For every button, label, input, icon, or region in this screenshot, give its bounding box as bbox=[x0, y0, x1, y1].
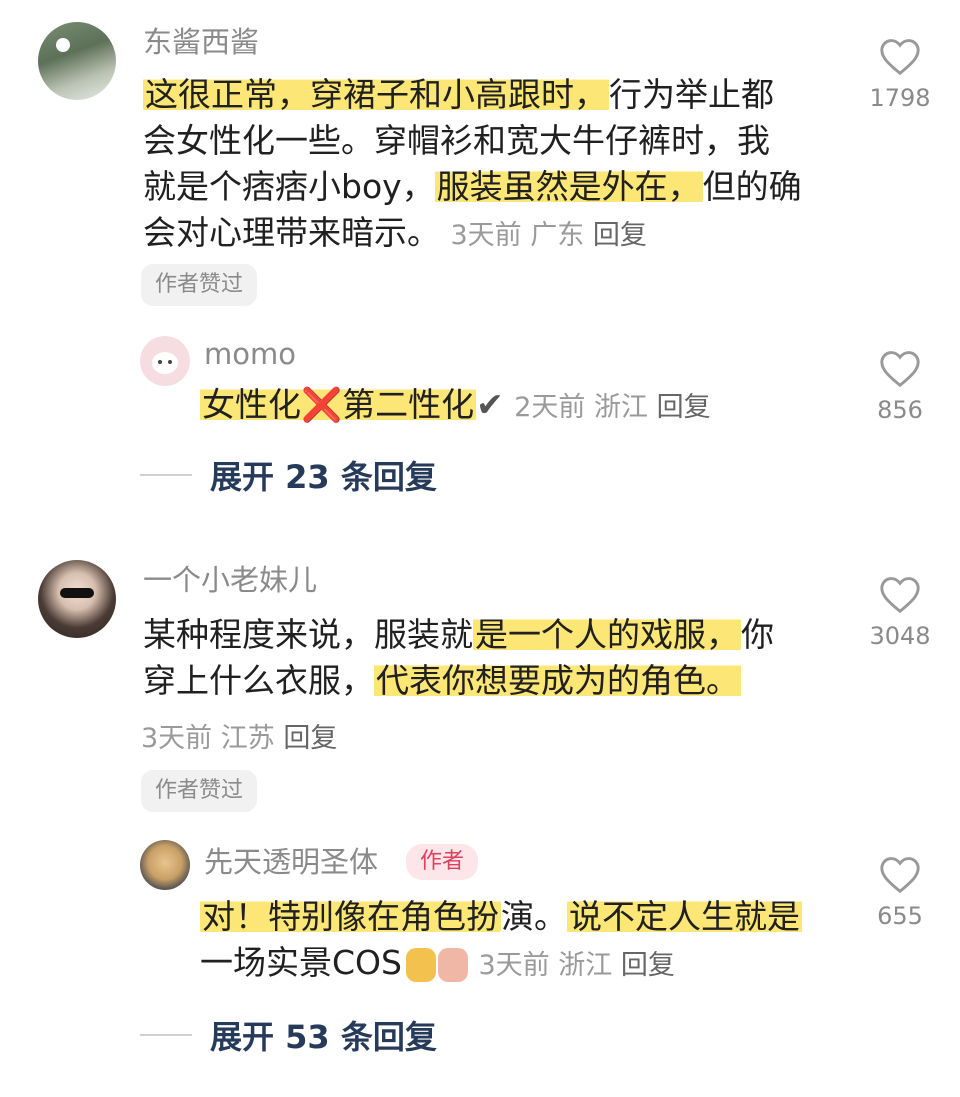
comment-text: 是一个人的戏服， bbox=[473, 615, 741, 654]
reply-text: 对！特别像在角色扮 bbox=[200, 897, 501, 936]
like-button[interactable]: 655 bbox=[860, 854, 940, 930]
comment-username[interactable]: 东酱西酱 bbox=[143, 24, 259, 60]
comment-text: 行为举止都 bbox=[609, 75, 774, 114]
reply-button[interactable]: 回复 bbox=[657, 392, 711, 423]
reply-text: 一场实景COS bbox=[200, 943, 402, 982]
comment-body: 某种程度来说，服装就是一个人的戏服，你 穿上什么衣服，代表你想要成为的角色。 bbox=[143, 612, 843, 704]
like-count: 655 bbox=[877, 902, 923, 930]
reply-meta: 2天前 浙江 回复 bbox=[514, 392, 710, 423]
expand-replies-button[interactable]: 展开 23 条回复 bbox=[140, 452, 437, 498]
reply-location: 浙江 bbox=[558, 950, 613, 981]
comment-text: 服装虽然是外在， bbox=[434, 167, 703, 206]
author-tag: 作者 bbox=[406, 844, 479, 880]
divider bbox=[140, 1034, 192, 1036]
expand-replies-label[interactable]: 展开 23 条回复 bbox=[210, 452, 437, 498]
divider bbox=[140, 474, 192, 476]
comment-time: 3天前 bbox=[141, 723, 213, 754]
emoji-figure-icon bbox=[437, 947, 468, 982]
avatar[interactable] bbox=[38, 560, 116, 638]
like-count: 1798 bbox=[869, 84, 931, 112]
reply-button[interactable]: 回复 bbox=[593, 220, 647, 251]
comment-location: 江苏 bbox=[220, 723, 275, 754]
comment-text: 会对心理带来暗示。 bbox=[143, 213, 440, 252]
reply-text: 说不定人生就是 bbox=[567, 897, 802, 936]
check-mark-icon: ✔ bbox=[476, 385, 504, 424]
reply-username[interactable]: 先天透明圣体 bbox=[204, 844, 378, 880]
comment-username[interactable]: 一个小老妹儿 bbox=[143, 562, 317, 598]
like-button[interactable]: 1798 bbox=[860, 36, 940, 112]
comment-text: 某种程度来说，服装就 bbox=[143, 615, 473, 654]
comment-text: 代表你想要成为的角色。 bbox=[374, 661, 741, 700]
comment-text: 就是个痞痞小boy， bbox=[143, 167, 435, 206]
avatar[interactable] bbox=[38, 22, 116, 100]
reply-time: 2天前 bbox=[514, 392, 586, 423]
reply-button[interactable]: 回复 bbox=[621, 950, 675, 981]
comment-location: 广东 bbox=[530, 220, 585, 251]
comment-time: 3天前 bbox=[450, 220, 522, 251]
reply-body: 女性化❌第二性化✔ 2天前 浙江 回复 bbox=[200, 382, 840, 431]
like-count: 856 bbox=[877, 396, 923, 424]
reply-time: 3天前 bbox=[478, 950, 550, 981]
heart-outline-icon bbox=[880, 577, 920, 614]
reply-button[interactable]: 回复 bbox=[283, 723, 337, 754]
comment-text: 穿上什么衣服， bbox=[143, 661, 374, 700]
comment-body: 这很正常，穿裙子和小高跟时，行为举止都 会女性化一些。穿帽衫和宽大牛仔裤时，我 … bbox=[143, 72, 843, 259]
reply-body: 对！特别像在角色扮演。说不定人生就是 一场实景COS 3天前 浙江 回复 bbox=[200, 894, 840, 989]
avatar[interactable] bbox=[140, 336, 190, 386]
reply-text: 女性化❌第二性化 bbox=[200, 385, 477, 424]
reply-meta: 3天前 浙江 回复 bbox=[478, 950, 674, 981]
emoji-face-icon bbox=[405, 947, 436, 982]
comment-text: 但的确 bbox=[702, 167, 802, 206]
author-liked-badge: 作者赞过 bbox=[141, 264, 258, 306]
heart-outline-icon bbox=[880, 39, 920, 76]
comment-text: 这很正常，穿裙子和小高跟时， bbox=[143, 75, 609, 114]
heart-outline-icon bbox=[880, 857, 920, 894]
comment-text: 你 bbox=[741, 615, 774, 654]
comment-text: 会女性化一些。穿帽衫和宽大牛仔裤时，我 bbox=[143, 121, 770, 160]
heart-outline-icon bbox=[880, 351, 920, 388]
avatar[interactable] bbox=[140, 840, 190, 890]
reply-text: 演。 bbox=[501, 897, 567, 936]
expand-replies-label[interactable]: 展开 53 条回复 bbox=[210, 1012, 437, 1058]
comment-meta: 3天前 广东 回复 bbox=[451, 220, 647, 251]
author-liked-badge: 作者赞过 bbox=[141, 770, 258, 812]
like-button[interactable]: 3048 bbox=[860, 574, 940, 650]
like-button[interactable]: 856 bbox=[860, 348, 940, 424]
reply-location: 浙江 bbox=[594, 392, 649, 423]
reply-username[interactable]: momo bbox=[204, 336, 296, 372]
cross-mark-icon: ❌ bbox=[301, 385, 343, 424]
like-count: 3048 bbox=[869, 622, 931, 650]
comment-meta: 3天前 江苏 回复 bbox=[141, 716, 337, 755]
expand-replies-button[interactable]: 展开 53 条回复 bbox=[140, 1012, 437, 1058]
